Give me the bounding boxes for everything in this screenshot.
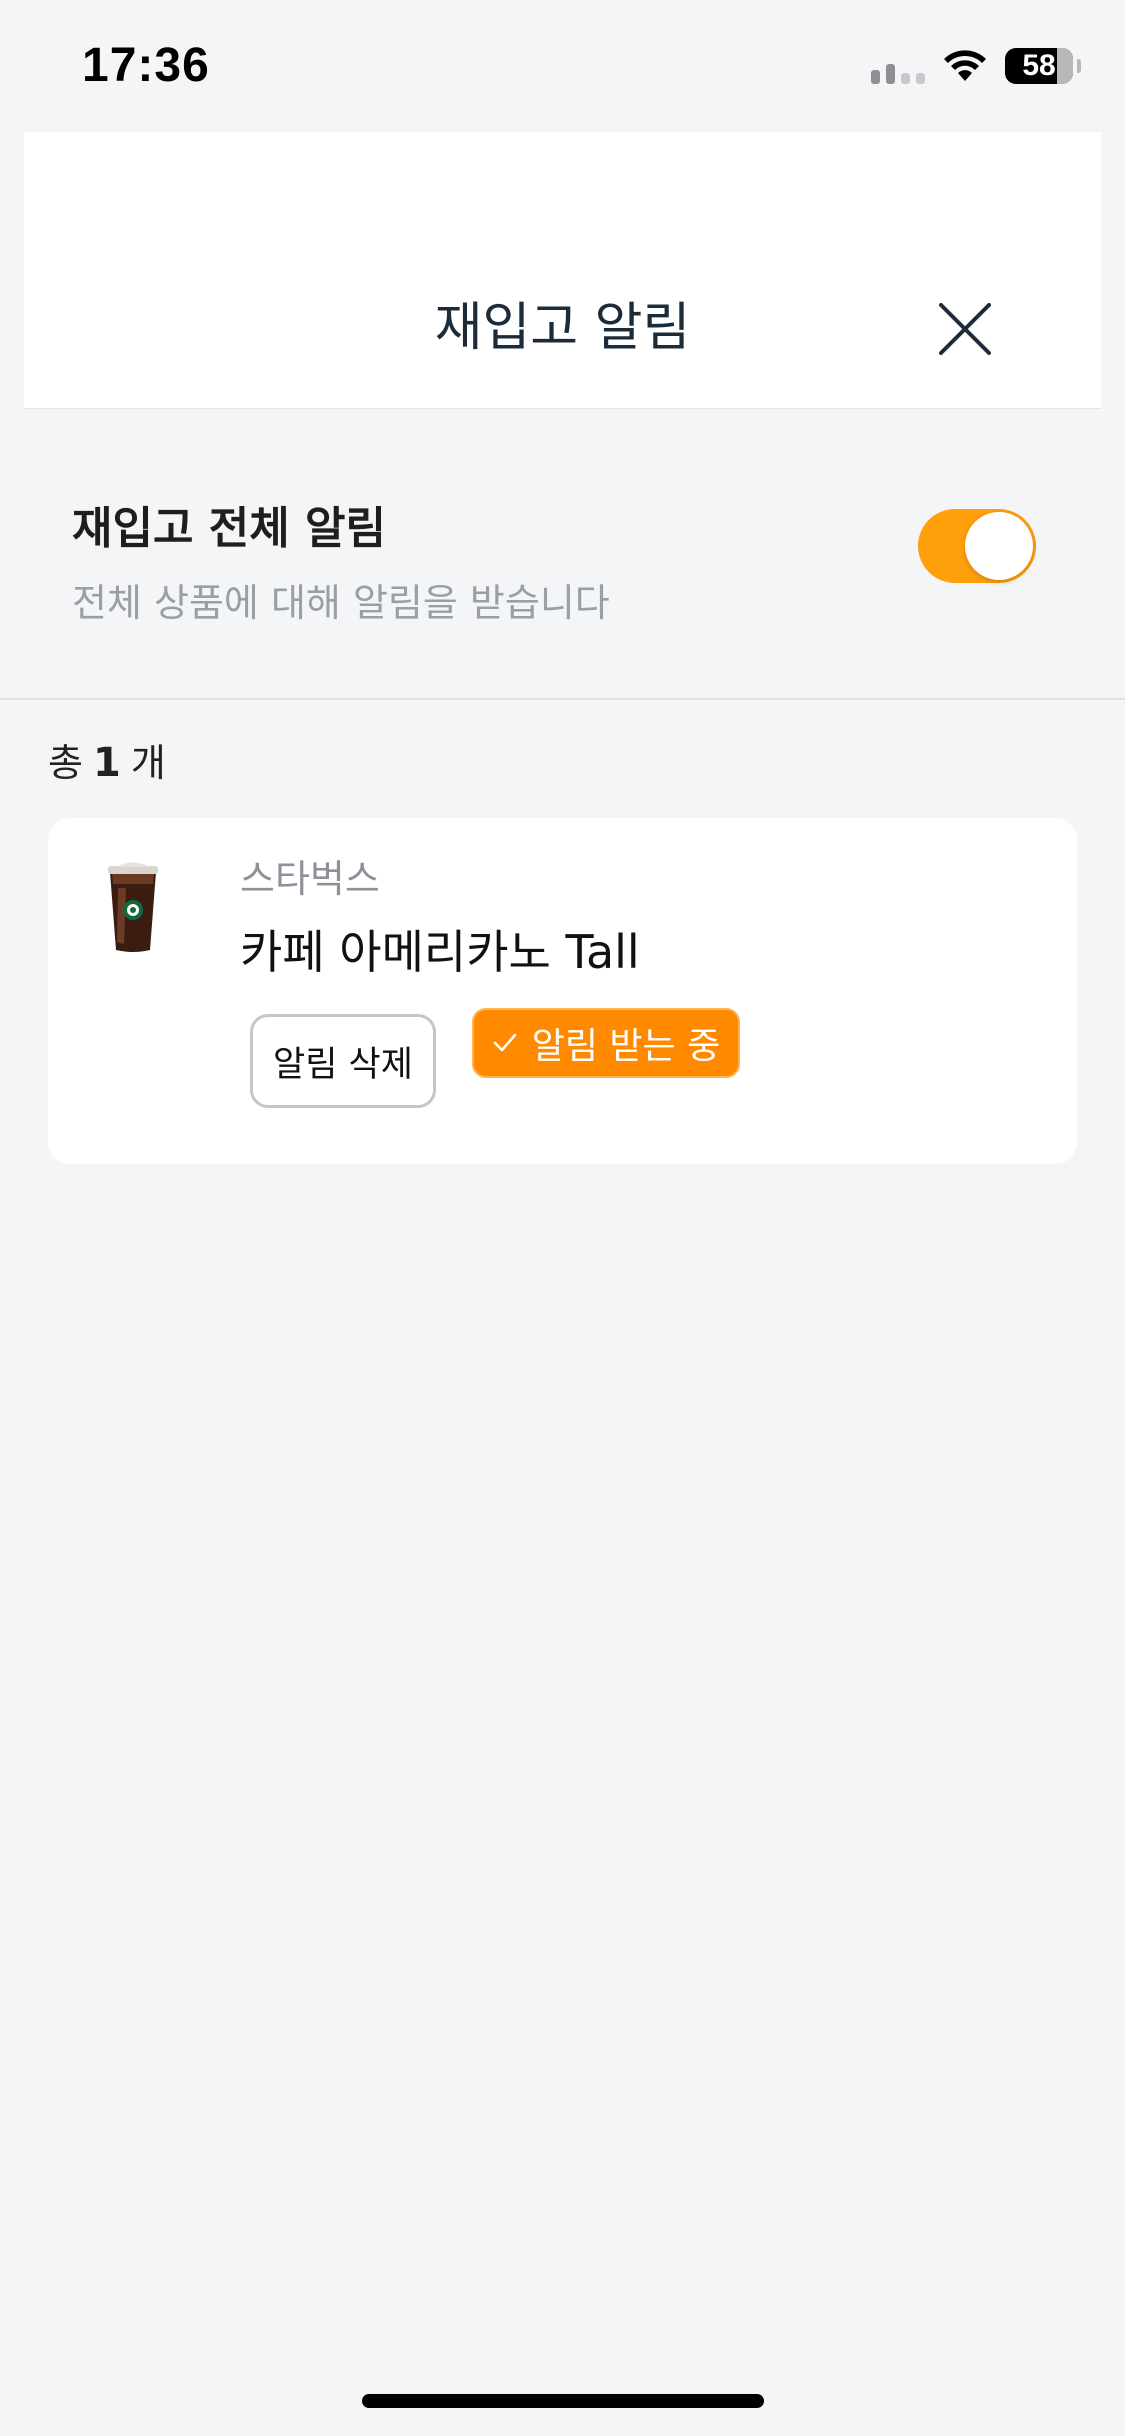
status-icons: 58 [871,48,1081,84]
wifi-icon [944,50,986,81]
item-brand: 스타벅스 [240,857,380,901]
count-value: 1 [92,740,121,786]
restock-all-section: 재입고 전체 알림 전체 상품에 대해 알림을 받습니다 [0,408,1125,700]
battery-icon: 58 [1005,48,1073,84]
status-bar: 17:36 58 [0,0,1125,132]
count-prefix: 총 [48,741,83,785]
battery-level: 58 [1022,49,1056,82]
home-indicator[interactable] [362,2394,764,2408]
cellular-signal-icon [871,48,925,84]
battery-cap [1077,59,1081,73]
list-item: 스타벅스 카페 아메리카노 Tall 알림 삭제 알림 받는 중 [48,818,1077,1164]
toggle-knob [965,512,1033,580]
status-time: 17:36 [82,39,210,92]
close-button[interactable] [930,294,1000,364]
alert-active-button[interactable]: 알림 받는 중 [472,1008,740,1078]
restock-all-toggle[interactable] [918,509,1036,583]
item-name: 카페 아메리카노 Tall [240,925,640,979]
item-count: 총 1 개 [48,732,166,787]
alert-active-label: 알림 받는 중 [531,1026,721,1067]
delete-alert-button[interactable]: 알림 삭제 [250,1014,436,1108]
restock-all-subtitle: 전체 상품에 대해 알림을 받습니다 [72,581,610,625]
iced-coffee-cup-icon [108,862,158,952]
close-icon [939,303,991,355]
check-icon [493,1033,517,1052]
restock-all-title: 재입고 전체 알림 [72,503,386,554]
modal-header: 재입고 알림 [24,132,1101,409]
count-suffix: 개 [130,741,166,785]
